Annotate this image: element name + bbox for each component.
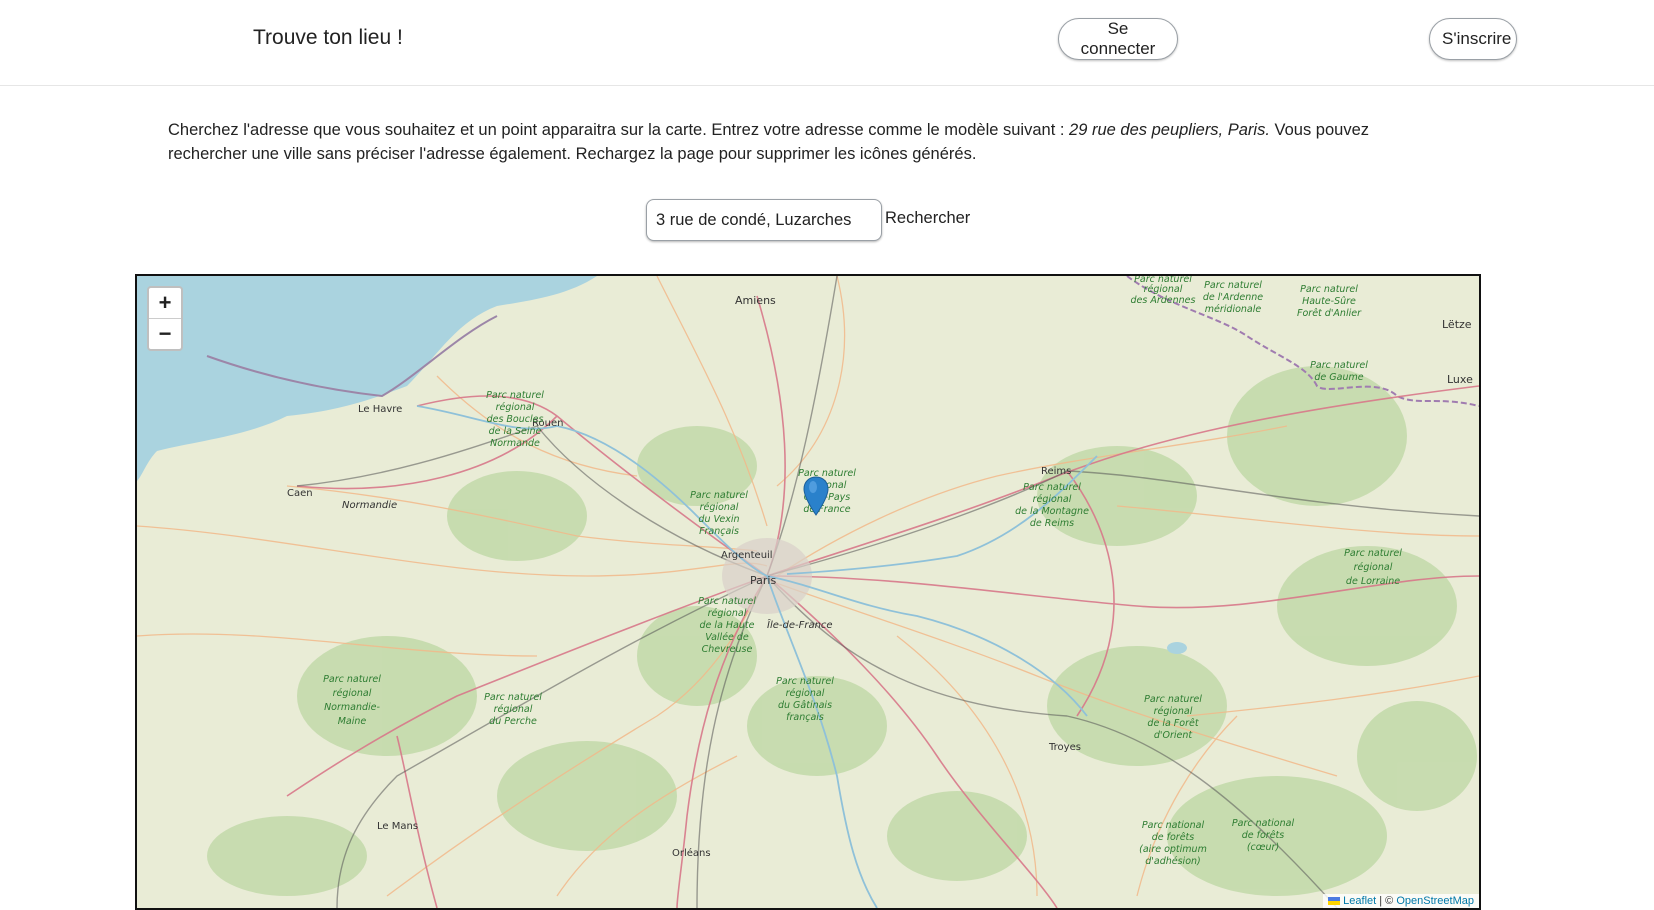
login-button[interactable]: Se connecter xyxy=(1058,18,1178,60)
map-label-amiens: Amiens xyxy=(735,294,776,307)
map-label-ile-de-france: Île-de-France xyxy=(767,618,833,631)
address-search-input[interactable] xyxy=(646,199,882,241)
map-label-troyes: Troyes xyxy=(1048,742,1081,753)
signup-button[interactable]: S'inscrire xyxy=(1429,18,1517,60)
map-label-paris: Paris xyxy=(750,574,776,587)
ukraine-flag-icon xyxy=(1328,897,1341,906)
map-label-le-havre: Le Havre xyxy=(358,404,402,415)
map-label-letze: Lëtze xyxy=(1442,318,1472,331)
brand-title[interactable]: Trouve ton lieu ! xyxy=(253,26,403,50)
intro-text-before: Cherchez l'adresse que vous souhaitez et… xyxy=(168,121,1070,139)
map-park-haute-sure: Parc naturel Haute-Sûre Forêt d'Anlier xyxy=(1297,284,1362,319)
zoom-out-button[interactable]: − xyxy=(149,318,181,349)
map-label-normandie: Normandie xyxy=(342,500,397,511)
map-park-forets-aire: Parc national de forêts (aire optimum d'adh… xyxy=(1139,820,1207,867)
zoom-in-button[interactable]: + xyxy=(149,288,181,318)
intro-text: Cherchez l'adresse que vous souhaitez et… xyxy=(168,118,1438,166)
leaflet-link[interactable]: Leaflet xyxy=(1343,895,1376,907)
map-tiles[interactable]: Amiens Le Havre Rouen Caen Normandie Rei… xyxy=(137,276,1479,908)
top-header: Trouve ton lieu ! Se connecter S'inscrir… xyxy=(0,0,1654,86)
map-park-gaume: Parc naturel de Gaume xyxy=(1310,360,1368,383)
map-attribution: Leaflet | © OpenStreetMap xyxy=(1323,894,1479,908)
search-button[interactable]: Rechercher xyxy=(885,209,970,228)
attribution-separator: | © xyxy=(1376,895,1397,907)
map-label-luxe: Luxe xyxy=(1447,373,1473,386)
zoom-control: + − xyxy=(147,286,183,351)
map-label-caen: Caen xyxy=(287,488,313,499)
map-label-orleans: Orléans xyxy=(672,847,711,859)
map-park-chevreuse: Parc naturel régional de la Haute Vallée de… xyxy=(698,596,756,655)
location-marker-icon[interactable] xyxy=(803,476,829,516)
openstreetmap-link[interactable]: OpenStreetMap xyxy=(1396,895,1474,907)
map-label-argenteuil: Argenteuil xyxy=(721,550,773,561)
intro-example: 29 rue des peupliers, Paris. xyxy=(1069,121,1270,139)
map-view[interactable]: Amiens Le Havre Rouen Caen Normandie Rei… xyxy=(135,274,1481,910)
map-park-ardenne-meridionale: Parc naturel de l'Ardenne méridionale xyxy=(1203,280,1263,315)
map-label-le-mans: Le Mans xyxy=(377,821,418,832)
map-lake xyxy=(1167,642,1187,654)
map-park-boucles: Parc naturel régional des Boucles de la Sei… xyxy=(486,390,544,449)
map-label-reims: Reims xyxy=(1041,466,1071,477)
